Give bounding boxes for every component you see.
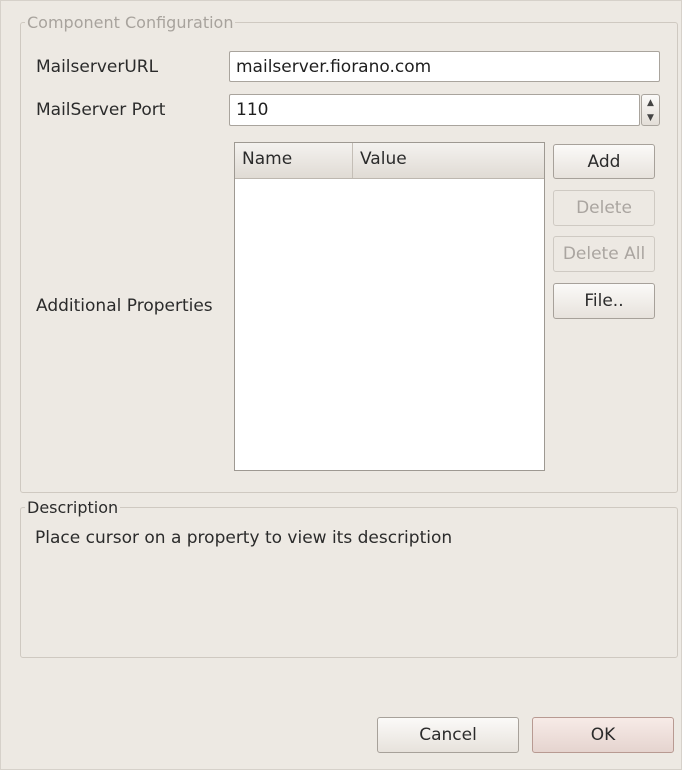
cancel-button[interactable]: Cancel	[377, 717, 519, 753]
port-spinner[interactable]: ▲ ▼	[641, 94, 660, 126]
chevron-up-icon[interactable]: ▲	[642, 95, 659, 110]
mailserver-url-input[interactable]	[229, 51, 660, 82]
column-header-name[interactable]: Name	[235, 143, 353, 178]
delete-button[interactable]: Delete	[553, 190, 655, 226]
add-button[interactable]: Add	[553, 144, 655, 179]
additional-properties-label: Additional Properties	[36, 296, 213, 316]
mailserver-port-label: MailServer Port	[36, 100, 166, 120]
description-legend: Description	[27, 498, 119, 517]
chevron-down-icon[interactable]: ▼	[642, 110, 659, 125]
dialog-window: Component Configuration MailserverURL Ma…	[0, 0, 682, 770]
ok-button[interactable]: OK	[532, 717, 674, 753]
file-button[interactable]: File..	[553, 283, 655, 319]
column-header-value[interactable]: Value	[353, 143, 544, 178]
table-header: Name Value	[235, 143, 544, 179]
component-configuration-legend: Component Configuration	[27, 13, 234, 32]
delete-all-button[interactable]: Delete All	[553, 236, 655, 272]
mailserver-port-input[interactable]	[229, 94, 640, 126]
description-text: Place cursor on a property to view its d…	[35, 528, 453, 548]
description-group: Description	[20, 498, 678, 658]
properties-table[interactable]: Name Value	[234, 142, 545, 471]
mailserver-url-label: MailserverURL	[36, 57, 159, 77]
